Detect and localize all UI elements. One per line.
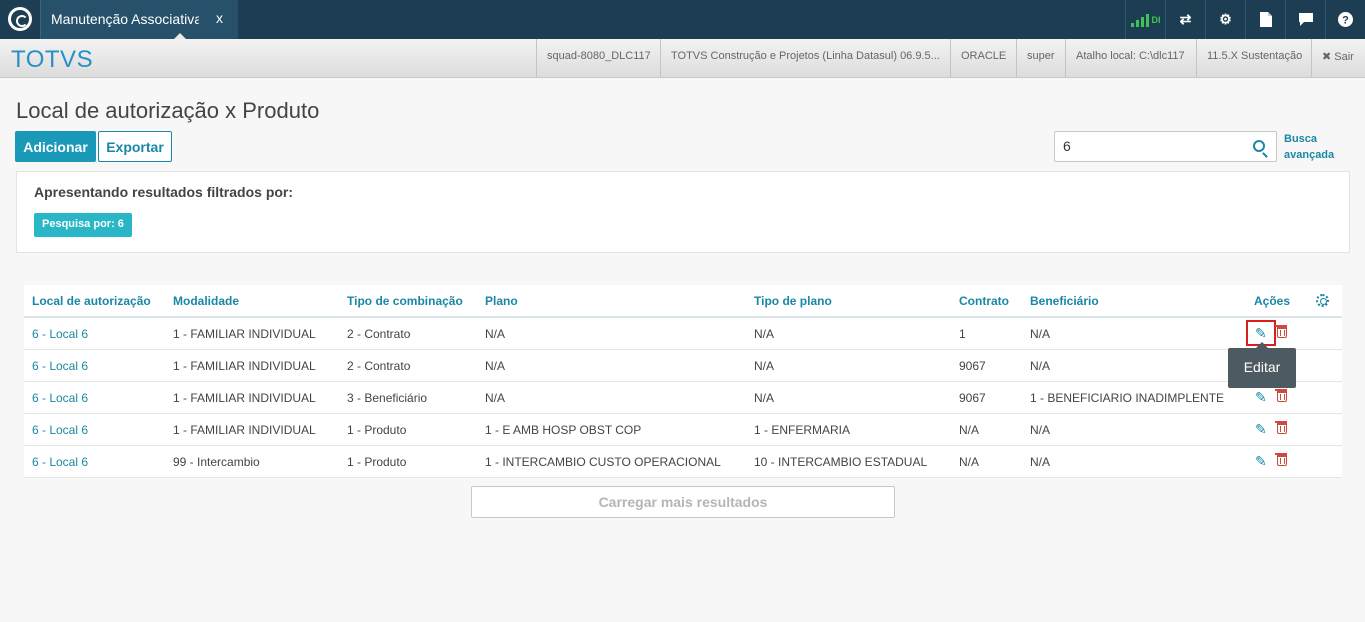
settings-icon[interactable]: ⚙ [1205,0,1245,39]
close-tab-icon[interactable]: x [216,10,223,26]
filter-chip[interactable]: Pesquisa por: 6 [34,213,132,237]
delete-trash-icon[interactable] [1275,421,1287,434]
column-header-local[interactable]: Local de autorização [32,294,151,308]
advanced-search-link[interactable]: Busca avançada [1284,131,1334,163]
tab-manutencao-associativa[interactable]: Manutenção Associativa x [40,0,238,39]
add-button[interactable]: Adicionar [15,131,96,162]
column-header-modalidade[interactable]: Modalidade [173,294,239,308]
cell-beneficiario: N/A [1030,359,1051,373]
info-shortcut: Atalho local: C:\dlc117 [1065,39,1195,78]
cell-plano: 1 - E AMB HOSP OBST COP [485,423,642,437]
cell-plano: N/A [485,359,506,373]
signal-text: DI [1151,14,1161,25]
info-product: TOTVS Construção e Projetos (Linha Datas… [660,39,950,78]
toolbar-icons: DI ⇄ ⚙ ? [1125,0,1365,39]
cell-tipo-combinacao: 2 - Contrato [347,359,411,373]
page-title: Local de autorização x Produto [16,98,320,123]
cell-plano: N/A [485,327,506,341]
column-header-acoes: Ações [1254,294,1291,308]
column-header-tipo-plano[interactable]: Tipo de plano [754,294,832,308]
table-row: 6 - Local 6 1 - FAMILIAR INDIVIDUAL 3 - … [24,382,1342,414]
cell-tipo-plano: N/A [754,391,775,405]
logout-button[interactable]: ✖ Sair [1311,39,1364,78]
column-header-beneficiario[interactable]: Beneficiário [1030,294,1099,308]
cell-local-link[interactable]: 6 - Local 6 [32,455,88,469]
filter-title: Apresentando resultados filtrados por: [34,184,294,200]
cell-modalidade: 1 - FAMILIAR INDIVIDUAL [173,359,316,373]
info-instance: squad-8080_DLC117 [536,39,661,78]
results-table: Local de autorização Modalidade Tipo de … [24,285,1342,478]
cell-beneficiario: N/A [1030,423,1051,437]
table-row: 6 - Local 6 1 - FAMILIAR INDIVIDUAL 2 - … [24,350,1342,382]
network-signal-icon[interactable]: DI [1125,0,1165,39]
info-version: 11.5.X Sustentação [1196,39,1312,78]
cell-contrato: N/A [959,455,980,469]
document-icon[interactable] [1245,0,1285,39]
cell-modalidade: 1 - FAMILIAR INDIVIDUAL [173,391,316,405]
edit-pencil-icon[interactable]: ✎ [1255,390,1269,404]
edit-pencil-icon[interactable]: ✎ [1255,422,1269,436]
table-row: 6 - Local 6 1 - FAMILIAR INDIVIDUAL 1 - … [24,414,1342,446]
cell-local-link[interactable]: 6 - Local 6 [32,327,88,341]
cell-tipo-plano: 10 - INTERCAMBIO ESTADUAL [754,455,928,469]
delete-trash-icon[interactable] [1275,389,1287,402]
cell-local-link[interactable]: 6 - Local 6 [32,359,88,373]
column-header-tipo-combinacao[interactable]: Tipo de combinação [347,294,463,308]
cell-tipo-combinacao: 1 - Produto [347,455,407,469]
shuffle-icon[interactable]: ⇄ [1165,0,1205,39]
cell-contrato: 1 [959,327,966,341]
svg-text:?: ? [1342,15,1349,27]
edit-pencil-icon[interactable]: ✎ [1255,326,1269,340]
tab-label: Manutenção Associativa [51,11,199,27]
cell-plano: N/A [485,391,506,405]
info-database: ORACLE [950,39,1016,78]
advanced-search-line2: avançada [1284,149,1335,161]
table-row: 6 - Local 6 1 - FAMILIAR INDIVIDUAL 2 - … [24,318,1342,350]
delete-trash-icon[interactable] [1275,325,1287,338]
export-button[interactable]: Exportar [98,131,172,162]
cell-tipo-plano: N/A [754,359,775,373]
cell-tipo-combinacao: 3 - Beneficiário [347,391,428,405]
top-navigation-bar: Manutenção Associativa x DI ⇄ ⚙ ? [0,0,1365,39]
cell-modalidade: 1 - FAMILIAR INDIVIDUAL [173,327,316,341]
cell-beneficiario: 1 - BENEFICIARIO INADIMPLENTE [1030,391,1225,405]
load-more-button[interactable]: Carregar mais resultados [471,486,895,518]
cell-local-link[interactable]: 6 - Local 6 [32,423,88,437]
help-icon[interactable]: ? [1325,0,1365,39]
table-header: Local de autorização Modalidade Tipo de … [24,285,1342,318]
advanced-search-line1: Busca [1284,133,1318,145]
cell-contrato: 9067 [959,359,986,373]
cell-tipo-combinacao: 2 - Contrato [347,327,411,341]
column-settings-icon[interactable] [1316,294,1329,307]
chat-icon[interactable] [1285,0,1325,39]
column-header-plano[interactable]: Plano [485,294,518,308]
search-icon[interactable] [1253,140,1265,152]
cell-tipo-plano: 1 - ENFERMARIA [754,423,851,437]
cell-tipo-plano: N/A [754,327,775,341]
edit-tooltip: Editar [1228,342,1296,388]
edit-pencil-icon[interactable]: ✎ [1255,454,1269,468]
cell-contrato: N/A [959,423,980,437]
system-info-bar: TOTVS squad-8080_DLC117 TOTVS Construção… [0,39,1365,78]
search-box [1054,131,1277,162]
cell-modalidade: 1 - FAMILIAR INDIVIDUAL [173,423,316,437]
search-input[interactable] [1063,138,1243,154]
table-row: 6 - Local 6 99 - Intercambio 1 - Produto… [24,446,1342,478]
cell-local-link[interactable]: 6 - Local 6 [32,391,88,405]
totvs-logo-icon[interactable] [8,7,32,31]
delete-trash-icon[interactable] [1275,453,1287,466]
filter-panel: Apresentando resultados filtrados por: P… [16,171,1350,253]
info-user: super [1016,39,1065,78]
brand-logo: TOTVS [11,46,94,73]
column-header-contrato[interactable]: Contrato [959,294,1009,308]
cell-modalidade: 99 - Intercambio [173,455,260,469]
cell-tipo-combinacao: 1 - Produto [347,423,407,437]
cell-beneficiario: N/A [1030,327,1051,341]
cell-contrato: 9067 [959,391,986,405]
cell-beneficiario: N/A [1030,455,1051,469]
cell-plano: 1 - INTERCAMBIO CUSTO OPERACIONAL [485,455,721,469]
